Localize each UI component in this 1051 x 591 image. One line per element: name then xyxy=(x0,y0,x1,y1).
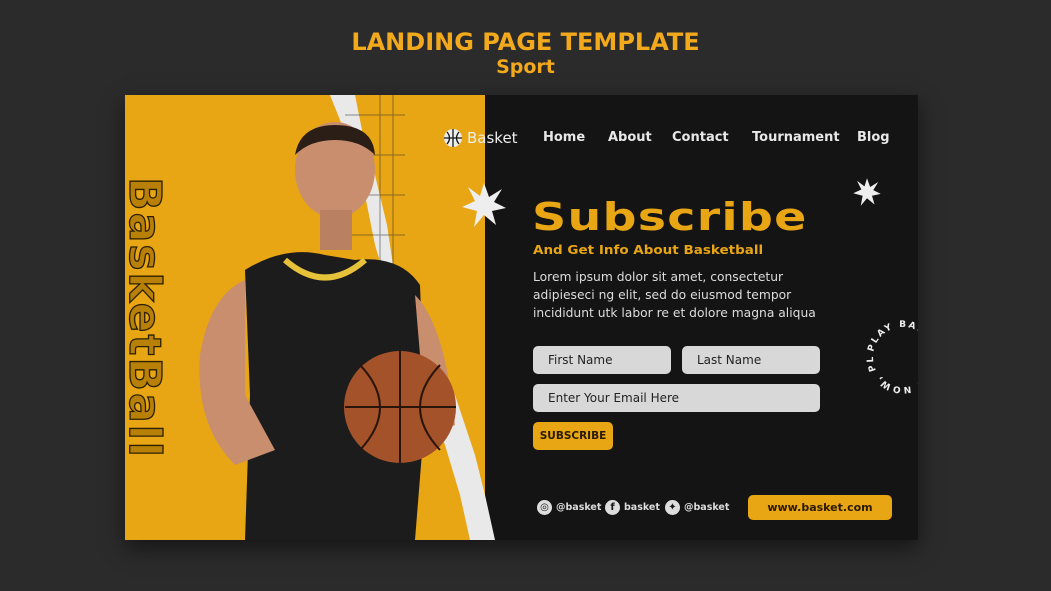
page-subtitle: Sport xyxy=(496,56,555,78)
starburst-icon xyxy=(462,183,506,227)
nav-blog[interactable]: Blog xyxy=(857,130,890,145)
facebook-handle: basket xyxy=(624,502,660,513)
subheadline: And Get Info About Basketball xyxy=(533,242,764,257)
headline: Subscribe xyxy=(532,195,808,239)
twitter-link[interactable]: ✦ @basket xyxy=(665,500,729,515)
website-button[interactable]: www.basket.com xyxy=(748,495,892,520)
nav-about[interactable]: About xyxy=(608,130,652,145)
facebook-link[interactable]: f basket xyxy=(605,500,660,515)
brand-logo[interactable]: Basket xyxy=(443,128,518,148)
starburst-small-icon xyxy=(853,178,881,206)
instagram-handle: @basket xyxy=(556,502,602,513)
brand-name: Basket xyxy=(467,129,518,147)
circular-text: PLAY BASKETBALL NOW, PLAY BASKETBALL NOW… xyxy=(863,317,918,394)
side-vertical-text: BasketBall xyxy=(125,176,171,459)
subscribe-button[interactable]: SUBSCRIBE xyxy=(533,422,613,450)
page-title: LANDING PAGE TEMPLATE xyxy=(351,28,700,56)
nav-home[interactable]: Home xyxy=(543,130,585,145)
first-name-field[interactable]: First Name xyxy=(533,346,671,374)
nav-contact[interactable]: Contact xyxy=(672,130,729,145)
nav-tournament[interactable]: Tournament xyxy=(752,130,840,145)
facebook-icon: f xyxy=(605,500,620,515)
svg-text:PLAY BASKETBALL NOW, PLAY BASK: PLAY BASKETBALL NOW, PLAY BASKETBALL NOW… xyxy=(863,317,918,394)
instagram-link[interactable]: ◎ @basket xyxy=(537,500,601,515)
instagram-icon: ◎ xyxy=(537,500,552,515)
twitter-handle: @basket xyxy=(684,502,730,513)
basketball-icon xyxy=(444,129,462,147)
landing-banner: BasketBall Basket Home About Contact Tou… xyxy=(125,95,918,540)
last-name-field[interactable]: Last Name xyxy=(682,346,820,374)
twitter-icon: ✦ xyxy=(665,500,680,515)
body-text: Lorem ipsum dolor sit amet, consectetur … xyxy=(533,270,816,320)
email-field[interactable]: Enter Your Email Here xyxy=(533,384,820,412)
circular-text-badge: PLAY BASKETBALL NOW, PLAY BASKETBALL NOW… xyxy=(863,317,918,394)
